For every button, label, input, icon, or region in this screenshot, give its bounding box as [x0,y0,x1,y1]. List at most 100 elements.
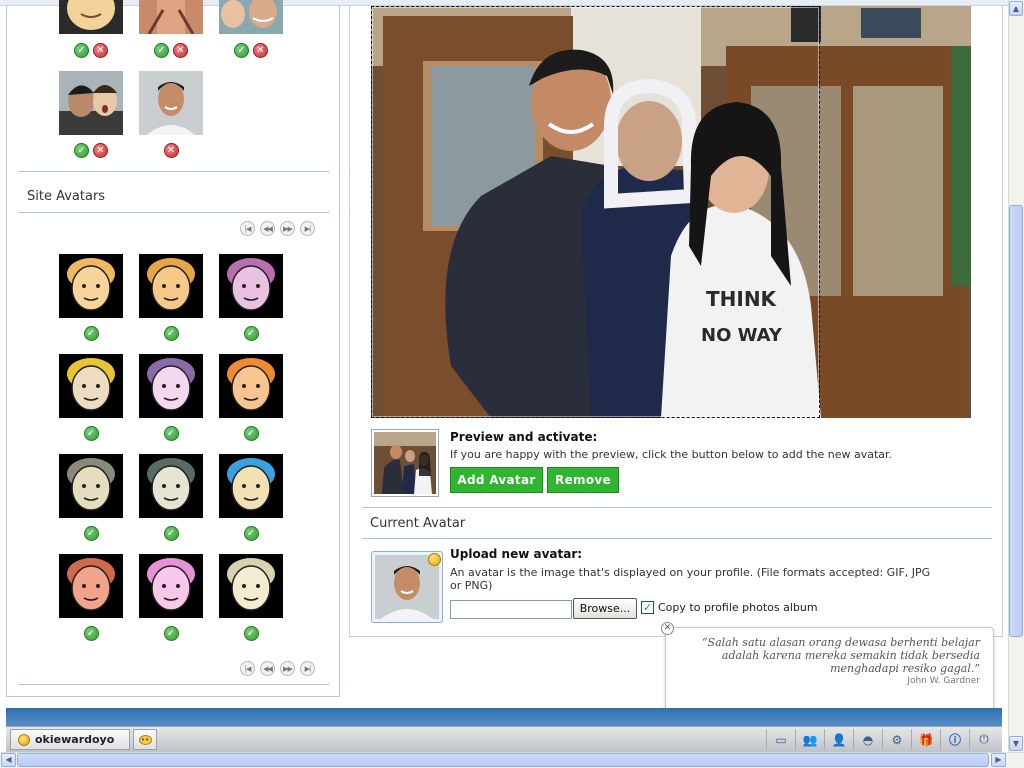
site-avatar-2[interactable] [139,254,203,318]
approve-icon[interactable]: ✓ [163,626,179,641]
site-avatar-4[interactable] [59,354,123,418]
user-avatar-image [139,0,203,34]
chat-button[interactable]: •• [133,729,157,750]
copy-to-album-label[interactable]: Copy to profile photos album [658,601,818,614]
site-avatar-image [219,254,283,318]
uploaded-photo: THINK NO WAY [371,6,971,418]
site-avatar-1[interactable] [59,254,123,318]
last-icon[interactable]: ▶| [300,661,315,676]
approve-icon[interactable]: ✓ [74,43,89,58]
avatar-editor-panel: THINK NO WAY Preview and activate: If yo… [349,6,1003,637]
upload-description: An avatar is the image that's displayed … [450,566,931,592]
site-avatar-12[interactable] [219,554,283,618]
delete-icon[interactable]: ✕ [93,43,108,58]
site-avatar-image [219,554,283,618]
vertical-scroll-thumb[interactable] [1009,205,1023,637]
scroll-down-icon[interactable]: ▼ [1009,736,1023,751]
user-avatar-3[interactable] [219,0,283,34]
delete-icon[interactable]: ✕ [163,143,179,158]
profile-icon[interactable]: 👤 [824,729,853,750]
approve-icon[interactable]: ✓ [163,426,179,441]
approve-icon[interactable]: ✓ [234,43,249,58]
first-icon[interactable]: |◀ [240,661,255,676]
site-avatar-5[interactable] [139,354,203,418]
preview-title: Preview and activate: [450,430,598,444]
next-icon[interactable]: ▶▶ [280,661,295,676]
crop-selection[interactable] [371,6,820,418]
site-avatar-3[interactable] [219,254,283,318]
approve-icon[interactable]: ✓ [243,326,259,341]
scroll-right-icon[interactable]: ▶ [991,753,1006,767]
power-icon[interactable]: ⏻ [969,729,998,750]
approve-icon[interactable]: ✓ [243,626,259,641]
approve-icon[interactable]: ✓ [243,426,259,441]
user-avatar-image [59,0,123,34]
gift-icon[interactable]: 🎁 [911,729,940,750]
copy-to-album-checkbox[interactable]: ✓ [641,601,654,614]
games-icon[interactable]: ◓ [853,729,882,750]
browse-button[interactable]: Browse... [573,598,637,619]
delete-icon[interactable]: ✕ [253,43,268,58]
site-avatar-7-actions: ✓ [59,526,123,542]
site-avatar-image [59,354,123,418]
status-smiley-icon [428,553,441,566]
site-avatar-8-actions: ✓ [139,526,203,542]
prev-icon[interactable]: ◀◀ [260,661,275,676]
current-avatar-title: Current Avatar [370,516,466,531]
site-avatar-image [139,554,203,618]
user-avatar-1[interactable] [59,0,123,34]
user-avatar-5[interactable] [139,71,203,135]
site-avatar-9[interactable] [219,454,283,518]
section-divider [19,684,329,685]
scroll-up-icon[interactable]: ▲ [1009,1,1023,16]
user-tab[interactable]: okiewardoyo [10,729,130,750]
pager-top: |◀ ◀◀ ▶▶ ▶| [240,221,315,236]
approve-icon[interactable]: ✓ [83,426,99,441]
site-avatar-6-actions: ✓ [219,426,283,442]
approve-icon[interactable]: ✓ [83,526,99,541]
approve-icon[interactable]: ✓ [154,43,169,58]
user-avatar-4[interactable] [59,71,123,135]
taskbar: okiewardoyo •• ▭ 👥 👤 ◓ ⚙ 🎁 ⓘ ⏻ [6,726,1002,752]
horizontal-scroll-thumb[interactable] [17,753,989,767]
add-avatar-button[interactable]: Add Avatar [450,467,543,493]
scroll-left-icon[interactable]: ◀ [1,753,16,767]
site-avatar-image [59,454,123,518]
site-avatar-image [139,454,203,518]
delete-icon[interactable]: ✕ [173,43,188,58]
next-icon[interactable]: ▶▶ [280,221,295,236]
approve-icon[interactable]: ✓ [83,626,99,641]
page-footer-band [6,708,1002,726]
site-avatar-11[interactable] [139,554,203,618]
remove-button[interactable]: Remove [547,467,619,493]
approve-icon[interactable]: ✓ [163,326,179,341]
quote-line-1: “Salah satu alasan orang dewasa berhenti… [701,636,980,649]
approve-icon[interactable]: ✓ [163,526,179,541]
preview-thumbnail [371,429,439,497]
site-avatar-image [219,354,283,418]
file-path-input[interactable] [450,600,572,619]
close-icon[interactable]: ✕ [661,622,674,635]
quote-bubble: ✕ “Salah satu alasan orang dewasa berhen… [661,622,994,716]
last-icon[interactable]: ▶| [300,221,315,236]
section-divider [19,212,329,213]
site-avatar-8[interactable] [139,454,203,518]
approve-icon[interactable]: ✓ [243,526,259,541]
taskbar-icons: ▭ 👥 👤 ◓ ⚙ 🎁 ⓘ ⏻ [766,729,998,750]
settings-icon[interactable]: ⚙ [882,729,911,750]
approve-icon[interactable]: ✓ [83,326,99,341]
pager-bottom: |◀ ◀◀ ▶▶ ▶| [240,661,315,676]
photo-icon[interactable]: ▭ [766,729,795,750]
prev-icon[interactable]: ◀◀ [260,221,275,236]
first-icon[interactable]: |◀ [240,221,255,236]
site-avatar-7[interactable] [59,454,123,518]
user-avatar-2[interactable] [139,0,203,34]
approve-icon[interactable]: ✓ [74,143,89,158]
delete-icon[interactable]: ✕ [93,143,108,158]
site-avatar-10[interactable] [59,554,123,618]
section-divider [19,171,329,172]
friends-icon[interactable]: 👥 [795,729,824,750]
info-icon[interactable]: ⓘ [940,729,969,750]
user-avatar-4-actions: ✓ ✕ [59,143,123,159]
site-avatar-6[interactable] [219,354,283,418]
